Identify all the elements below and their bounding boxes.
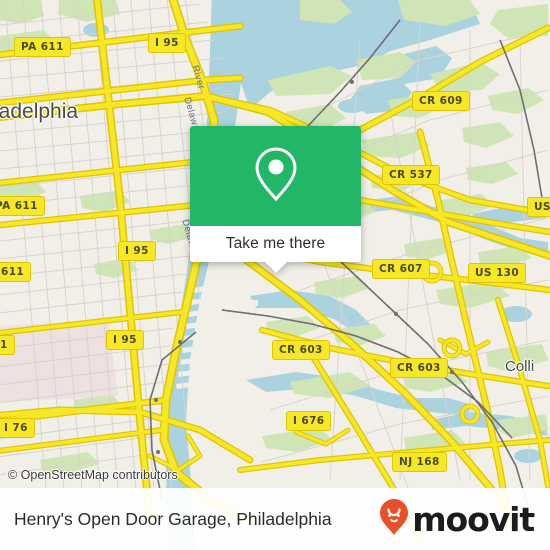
road-shield-us-clipped: US	[527, 197, 550, 217]
popup-header	[190, 126, 361, 226]
road-shield-i-95-south: I 95	[106, 330, 144, 350]
road-shield-cr-609: CR 609	[412, 91, 470, 111]
road-shield-cr-603-west: CR 603	[272, 340, 330, 360]
road-shield-1-clipped: 1	[0, 335, 15, 355]
take-me-there-button[interactable]: Take me there	[226, 235, 326, 253]
moovit-wordmark: moovit	[412, 499, 535, 539]
place-label-philadelphia: ladelphia	[0, 100, 79, 123]
road-shield-cr-537: CR 537	[382, 165, 440, 185]
road-shield-cr-607: CR 607	[372, 259, 430, 279]
location-title: Henry's Open Door Garage, Philadelphia	[14, 508, 332, 529]
footer-bar: Henry's Open Door Garage, Philadelphia m…	[0, 488, 550, 550]
popup-pointer-tail	[264, 262, 287, 273]
place-label-collingswood: Colli	[505, 358, 535, 375]
road-shield-pa-611-west: PA 611	[0, 196, 45, 216]
road-shield-611-clipped: 611	[0, 262, 32, 282]
map-canvas[interactable]: River Delaware Delaware ladelphia Colli …	[0, 0, 550, 550]
road-shield-cr-603-east: CR 603	[390, 358, 448, 378]
moovit-brand[interactable]: moovit	[379, 498, 535, 541]
popup-footer[interactable]: Take me there	[190, 226, 361, 262]
road-shield-i-676: I 676	[286, 411, 332, 431]
road-shield-i-95: I 95	[148, 33, 186, 53]
road-shield-i-76: I 76	[0, 418, 35, 438]
road-shield-pa-611: PA 611	[14, 37, 71, 57]
osm-attribution[interactable]: © OpenStreetMap contributors	[8, 468, 178, 482]
road-shield-us-130: US 130	[468, 263, 527, 283]
location-popup-card[interactable]: Take me there	[190, 126, 361, 273]
moovit-smiley-pin-icon	[379, 498, 409, 541]
map-pin-icon	[253, 146, 299, 207]
road-shield-nj-168: NJ 168	[392, 452, 447, 472]
road-shield-i-95-mid: I 95	[118, 241, 156, 261]
moovit-map-screenshot: River Delaware Delaware ladelphia Colli …	[0, 0, 550, 550]
